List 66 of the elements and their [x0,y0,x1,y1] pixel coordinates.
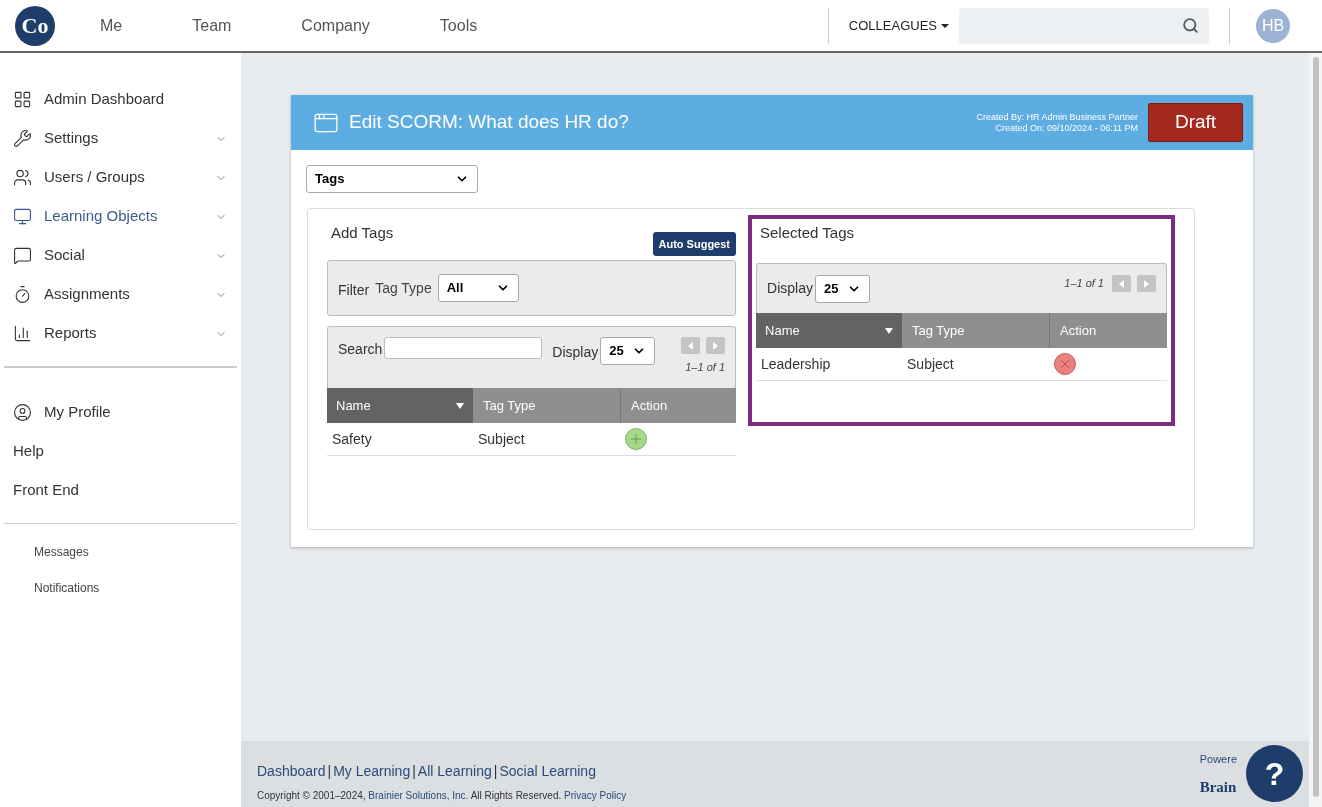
nav-link[interactable]: Me [100,13,123,38]
plus-icon [628,431,644,447]
section-heading: Selected Tags [759,223,854,243]
brand-logo: Brain [1199,777,1237,797]
page-range: 1–1 of 1 [685,360,725,375]
table-cell-text: Safety [331,429,373,449]
link-separator: | [326,762,333,781]
auto-suggest-button[interactable]: Auto Suggest [652,232,736,256]
nav-link[interactable]: Tools [439,13,478,38]
card-title: Edit SCORM: What does HR do? [349,110,629,135]
colleagues-dropdown[interactable]: COLLEAGUES [848,15,949,36]
page-range: 1–1 of 1 [1064,276,1104,292]
sidebar-link[interactable]: Notifications [34,570,241,606]
created-by-text: Created By: HR Admin Business Partner [976,111,1138,123]
scrollbar[interactable] [1309,53,1322,807]
previous-page-button[interactable] [681,337,700,354]
remove-tag-button[interactable] [1054,353,1076,375]
nav-link[interactable]: Team [192,13,232,38]
display-dropdown[interactable]: 25 [814,274,870,303]
wrench-icon [13,129,32,148]
column-header[interactable]: Name [327,388,473,423]
powered-by-text: Powere [1199,752,1237,767]
search-label: Search [338,340,383,359]
section-dropdown[interactable]: Tags [306,165,478,193]
add-tag-button[interactable] [625,428,647,450]
link-separator: | [411,762,417,781]
users-icon [13,168,32,187]
monitor-icon [13,207,32,226]
tag-type-dropdown[interactable]: All [437,274,519,302]
user-circle-icon [13,403,32,422]
grid-icon [13,90,32,109]
footer-link[interactable]: My Learning [333,761,411,782]
display-label: Display [552,343,599,362]
bar-chart-icon [13,324,32,343]
section-heading: Add Tags [331,223,394,243]
created-on-text: Created On: 09/10/2024 - 06:11 PM [995,122,1138,134]
draft-button[interactable]: Draft [1148,103,1243,142]
search-field[interactable] [959,7,1209,44]
copyright-text: Copyright © 2001–2024, Brainier Solutions, Inc. All Rights Reserved. Privacy Policy [257,789,627,803]
sidebar-link[interactable]: Messages [34,534,241,570]
search-input[interactable] [384,337,543,359]
stopwatch-icon [13,285,32,304]
footer-link[interactable]: Brainier Solutions, Inc. [368,790,469,801]
table-cell-text: Leadership [760,354,832,374]
chat-bubble-icon [13,246,32,265]
close-icon [1058,357,1072,371]
column-header[interactable]: Name [756,313,902,348]
footer-link[interactable]: Privacy Policy [564,790,627,801]
previous-page-button[interactable] [1112,275,1131,292]
nav-link[interactable]: Company [301,13,370,38]
table-cell-text: Subject [906,354,955,374]
footer-link[interactable]: Dashboard [257,761,326,782]
display-dropdown[interactable]: 25 [600,337,656,365]
footer-link[interactable]: All Learning [417,761,492,782]
tag-type-label: Tag Type [375,278,432,298]
search-icon [1182,17,1199,34]
next-page-button[interactable] [706,337,725,354]
next-page-button[interactable] [1137,275,1156,292]
footer-link[interactable]: Social Learning [499,761,596,782]
sort-icon [885,327,893,334]
display-label: Display [767,279,813,298]
filter-label: Filter [338,280,370,300]
link-separator: | [492,762,499,781]
logo[interactable]: Co [15,5,55,46]
sort-icon [456,402,464,409]
table-cell-text: Subject [477,429,526,449]
